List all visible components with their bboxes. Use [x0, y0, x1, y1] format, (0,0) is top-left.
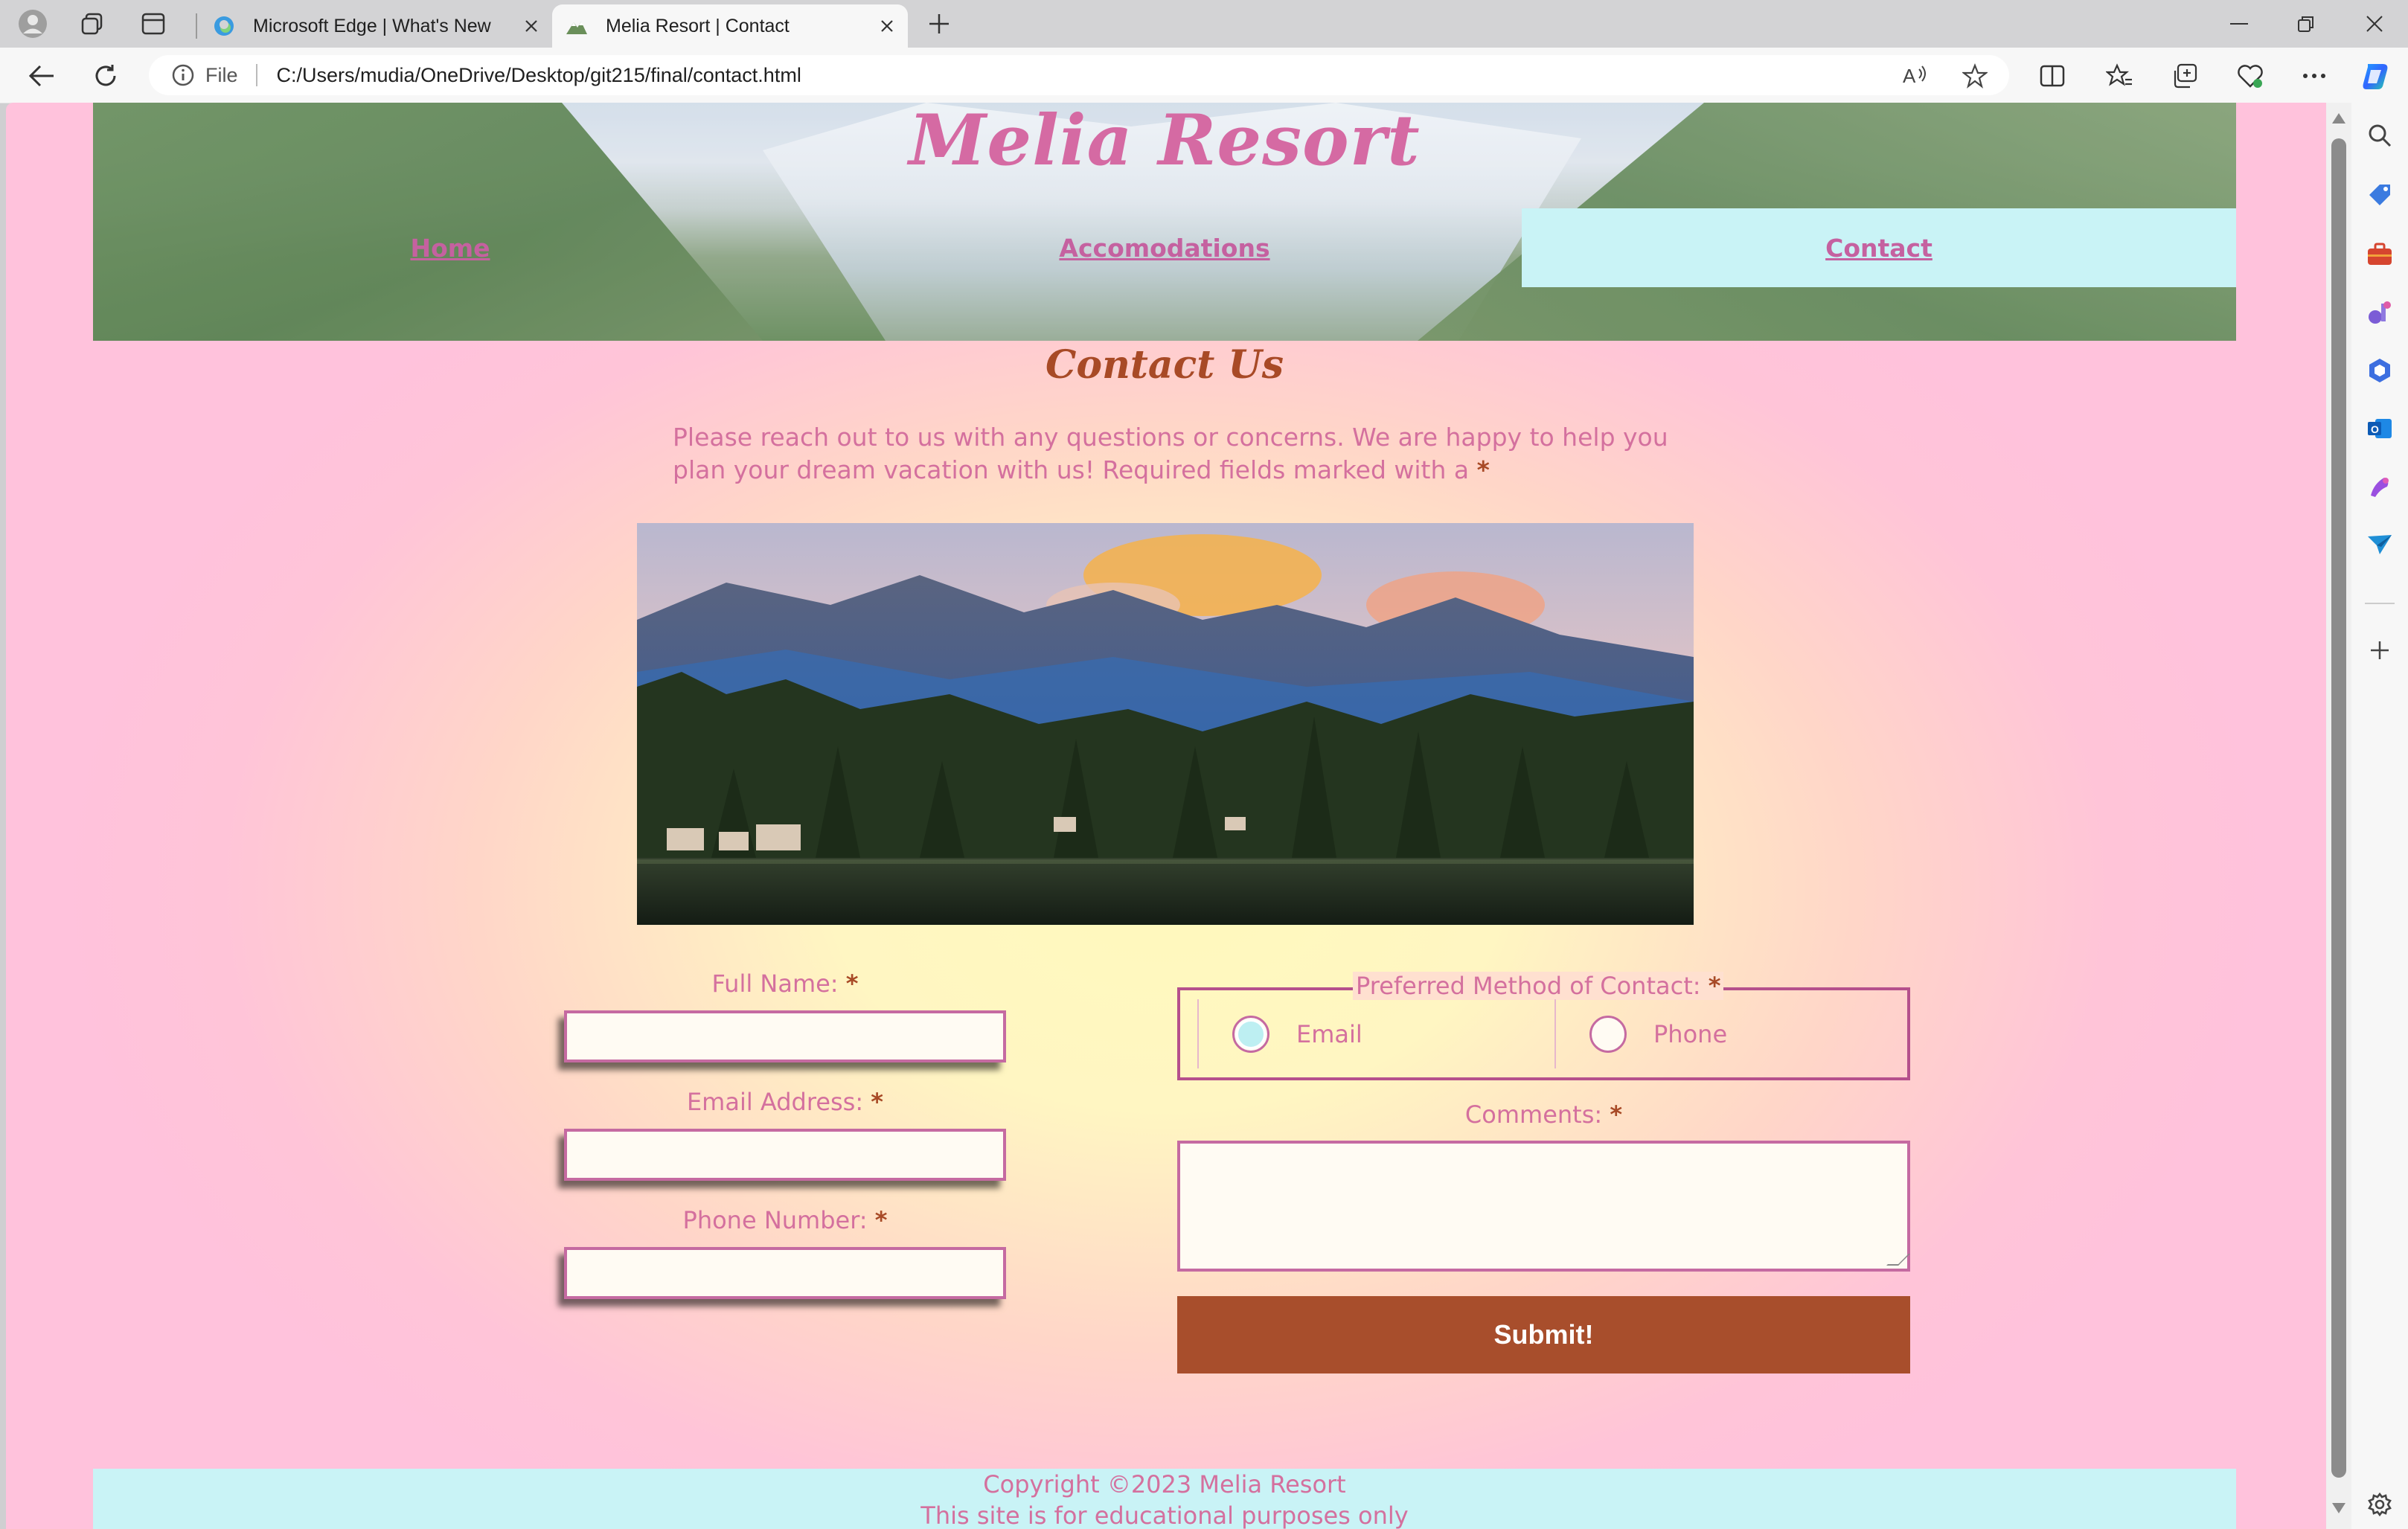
page-heading: Contact Us — [1046, 342, 1284, 388]
restore-icon[interactable] — [2273, 0, 2340, 48]
profile-icon[interactable] — [16, 7, 49, 40]
nav-contact-link[interactable]: Contact — [1522, 208, 2236, 287]
mountain-favicon-icon — [566, 22, 587, 34]
email-label: Email Address: * — [564, 1088, 1006, 1116]
edge-logo-icon — [214, 16, 234, 36]
close-tab-icon[interactable] — [516, 11, 546, 41]
add-icon[interactable] — [2362, 632, 2398, 668]
sidebar-divider — [2365, 603, 2395, 604]
read-aloud-icon[interactable]: A — [1899, 60, 1932, 92]
radio-option-phone[interactable]: Phone — [1589, 990, 1727, 1077]
info-icon[interactable] — [171, 63, 195, 87]
full-name-input[interactable] — [564, 1010, 1006, 1062]
radio-separator — [1554, 999, 1556, 1068]
footer-note: This site is for educational purposes on… — [920, 1501, 1409, 1529]
browser-essentials-icon[interactable] — [2234, 60, 2267, 92]
vertical-tabs-icon[interactable] — [137, 7, 170, 40]
intro-body: Please reach out to us with any question… — [673, 423, 1668, 484]
address-bar: File C:/Users/mudia/OneDrive/Desktop/git… — [0, 48, 2408, 103]
url-field[interactable]: File C:/Users/mudia/OneDrive/Desktop/git… — [149, 55, 2009, 95]
close-tab-icon[interactable] — [872, 11, 902, 41]
tab-title: Melia Resort | Contact — [606, 15, 790, 36]
search-icon[interactable] — [2362, 118, 2398, 153]
comments-textarea[interactable] — [1177, 1141, 1910, 1272]
phone-radio[interactable] — [1589, 1015, 1627, 1053]
phone-radio-label[interactable]: Phone — [1653, 1020, 1727, 1048]
svg-text:O: O — [2371, 423, 2379, 435]
settings-icon[interactable] — [2362, 1487, 2398, 1522]
phone-input[interactable] — [564, 1247, 1006, 1299]
split-screen-icon[interactable] — [2036, 60, 2069, 92]
scroll-thumb[interactable] — [2331, 138, 2346, 1478]
tools-icon[interactable] — [2362, 237, 2398, 272]
resize-grip-icon[interactable] — [1886, 1254, 1910, 1266]
close-window-icon[interactable] — [2341, 0, 2408, 48]
edge-sidebar: O — [2351, 103, 2408, 1529]
url-text[interactable]: C:/Users/mudia/OneDrive/Desktop/git215/f… — [277, 64, 801, 87]
required-marker: * — [1610, 1100, 1623, 1129]
tab-title: Microsoft Edge | What's New — [253, 15, 491, 36]
svg-text:A: A — [1903, 65, 1916, 87]
office-icon[interactable] — [2362, 353, 2398, 388]
radio-checked-dot — [1236, 1019, 1266, 1049]
send-icon[interactable] — [2362, 527, 2398, 562]
favorites-icon[interactable] — [2103, 60, 2136, 92]
tab-melia-contact[interactable]: Melia Resort | Contact — [552, 4, 908, 48]
email-label-text: Email Address: — [686, 1088, 864, 1116]
email-radio-label[interactable]: Email — [1296, 1020, 1362, 1048]
required-marker: * — [874, 1206, 888, 1234]
scroll-up-arrow-icon[interactable] — [2332, 113, 2345, 124]
page-scrollbar[interactable] — [2326, 103, 2351, 1529]
url-divider — [255, 64, 257, 86]
full-name-label: Full Name: * — [564, 969, 1006, 998]
hero-image — [637, 523, 1694, 925]
required-marker: * — [845, 969, 859, 998]
copilot-icon[interactable] — [2360, 60, 2393, 92]
comments-label: Comments: * — [1177, 1100, 1910, 1129]
required-marker: * — [1476, 455, 1490, 484]
email-radio[interactable] — [1232, 1015, 1269, 1053]
refresh-icon[interactable] — [88, 58, 124, 94]
site-title: Melia Resort — [909, 103, 1421, 182]
back-arrow-icon[interactable] — [24, 58, 60, 94]
favorite-star-icon[interactable] — [1959, 60, 1991, 92]
phone-label-text: Phone Number: — [682, 1206, 868, 1234]
games-icon[interactable] — [2362, 295, 2398, 330]
comments-label-text: Comments: — [1464, 1100, 1603, 1129]
new-tab-icon[interactable] — [923, 7, 955, 40]
minimize-icon[interactable] — [2206, 0, 2273, 48]
phone-label: Phone Number: * — [564, 1206, 1006, 1234]
scroll-down-arrow-icon[interactable] — [2332, 1503, 2345, 1513]
footer-copyright: Copyright ©2023 Melia Resort — [983, 1470, 1346, 1498]
tab-bar: Microsoft Edge | What's New Melia Resort… — [0, 0, 2408, 48]
required-marker: * — [871, 1088, 884, 1116]
outlook-icon[interactable]: O — [2362, 411, 2398, 446]
radio-separator — [1197, 999, 1199, 1068]
shopping-tag-icon[interactable] — [2362, 177, 2398, 213]
site-footer: Copyright ©2023 Melia Resort This site i… — [93, 1469, 2236, 1529]
workspaces-icon[interactable] — [76, 7, 109, 40]
web-page: Melia Resort Home Accomodations Contact … — [6, 103, 2326, 1529]
collections-icon[interactable] — [2168, 60, 2201, 92]
nav-home-link[interactable]: Home — [93, 208, 807, 287]
designer-icon[interactable] — [2362, 469, 2398, 504]
nav-accomodations-link[interactable]: Accomodations — [807, 208, 1522, 287]
more-menu-icon[interactable] — [2298, 60, 2331, 92]
site-header: Melia Resort Home Accomodations Contact — [93, 103, 2236, 341]
scheme-label: File — [205, 63, 238, 86]
submit-button[interactable]: Submit! — [1177, 1296, 1910, 1373]
tab-separator — [196, 13, 197, 39]
tab-whats-new[interactable]: Microsoft Edge | What's New — [199, 4, 552, 48]
email-input[interactable] — [564, 1129, 1006, 1181]
intro-text: Please reach out to us with any question… — [673, 421, 1700, 487]
full-name-label-text: Full Name: — [711, 969, 839, 998]
radio-option-email[interactable]: Email — [1232, 990, 1362, 1077]
